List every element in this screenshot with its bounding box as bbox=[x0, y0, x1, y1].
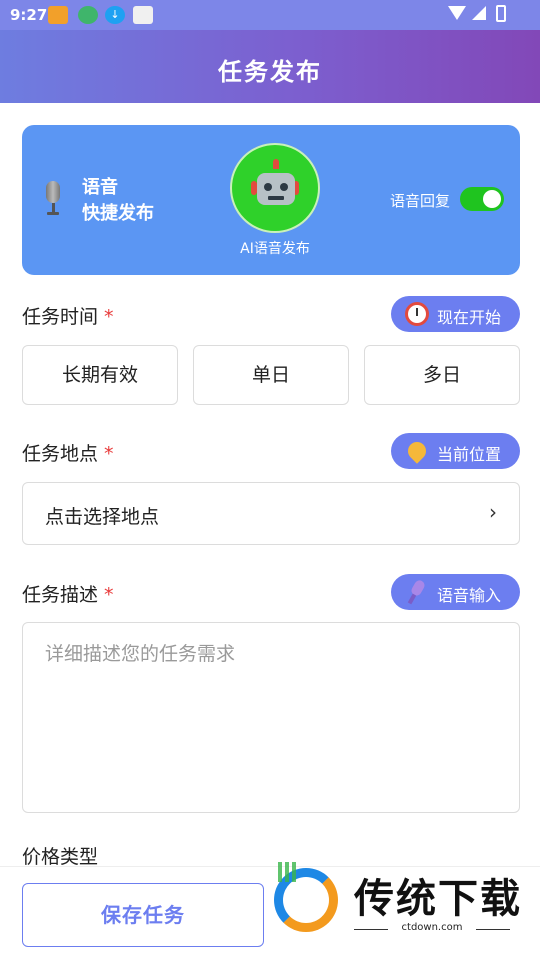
task-description-input[interactable] bbox=[22, 622, 520, 813]
task-description-label-text: 任务描述 bbox=[22, 584, 99, 606]
watermark-url: ctdown.com bbox=[401, 922, 463, 933]
voice-quick-publish-label: 语音 快捷发布 bbox=[82, 175, 154, 227]
current-location-button[interactable]: 当前位置 bbox=[391, 433, 520, 469]
toggle-knob bbox=[483, 190, 501, 208]
task-location-label: 任务地点 * bbox=[22, 439, 114, 466]
save-task-button[interactable]: 保存任务 bbox=[22, 883, 264, 947]
header: 任务发布 bbox=[0, 30, 540, 103]
voice-publish-card[interactable]: 语音 快捷发布 AI语音发布 语音回复 bbox=[22, 125, 520, 275]
task-time-label-text: 任务时间 bbox=[22, 306, 99, 328]
option-long-term[interactable]: 长期有效 bbox=[22, 345, 178, 405]
ai-voice-publish-button[interactable] bbox=[230, 143, 320, 233]
location-pin-icon bbox=[404, 438, 430, 464]
robot-antenna bbox=[273, 159, 279, 169]
required-mark: * bbox=[104, 306, 114, 328]
app-notification-icon bbox=[48, 6, 68, 24]
required-mark: * bbox=[104, 443, 114, 465]
task-location-label-text: 任务地点 bbox=[22, 443, 99, 465]
current-location-label: 当前位置 bbox=[437, 445, 502, 464]
voice-input-button[interactable]: 语音输入 bbox=[391, 574, 520, 610]
price-type-label: 价格类型 bbox=[22, 846, 99, 868]
status-bar: 9:27 ↓ bbox=[0, 0, 540, 30]
start-now-button[interactable]: 现在开始 bbox=[391, 296, 520, 332]
task-time-label: 任务时间 * bbox=[22, 302, 114, 329]
voice-label-line2: 快捷发布 bbox=[82, 203, 154, 224]
signal-icon bbox=[472, 6, 486, 20]
voice-input-label: 语音输入 bbox=[437, 586, 502, 605]
watermark-title: 传统下载 bbox=[354, 876, 522, 922]
voice-reply-label: 语音回复 bbox=[390, 192, 451, 210]
chevron-right-icon: › bbox=[489, 500, 497, 524]
microphone-icon bbox=[44, 181, 62, 217]
voice-label-line1: 语音 bbox=[82, 177, 118, 198]
required-mark: * bbox=[104, 584, 114, 606]
option-multi-day[interactable]: 多日 bbox=[364, 345, 520, 405]
download-notification-icon: ↓ bbox=[105, 6, 125, 24]
option-single-day[interactable]: 单日 bbox=[193, 345, 349, 405]
task-description-label: 任务描述 * bbox=[22, 580, 114, 607]
location-select-text: 点击选择地点 bbox=[45, 506, 160, 528]
microphone-icon bbox=[405, 578, 429, 605]
alarm-clock-icon bbox=[405, 302, 429, 326]
start-now-label: 现在开始 bbox=[437, 308, 502, 327]
watermark-divider-right bbox=[476, 929, 510, 930]
voice-reply-toggle[interactable] bbox=[460, 187, 504, 211]
page-title: 任务发布 bbox=[218, 58, 322, 86]
battery-icon bbox=[496, 5, 506, 22]
image-notification-icon bbox=[133, 6, 153, 24]
robot-icon bbox=[257, 173, 295, 205]
ai-voice-publish-label: AI语音发布 bbox=[240, 241, 310, 257]
leaf-notification-icon bbox=[78, 6, 98, 24]
status-time: 9:27 bbox=[10, 6, 48, 24]
watermark-logo-icon bbox=[270, 862, 344, 938]
wifi-icon bbox=[448, 6, 466, 20]
location-select[interactable]: 点击选择地点 › bbox=[22, 482, 520, 545]
